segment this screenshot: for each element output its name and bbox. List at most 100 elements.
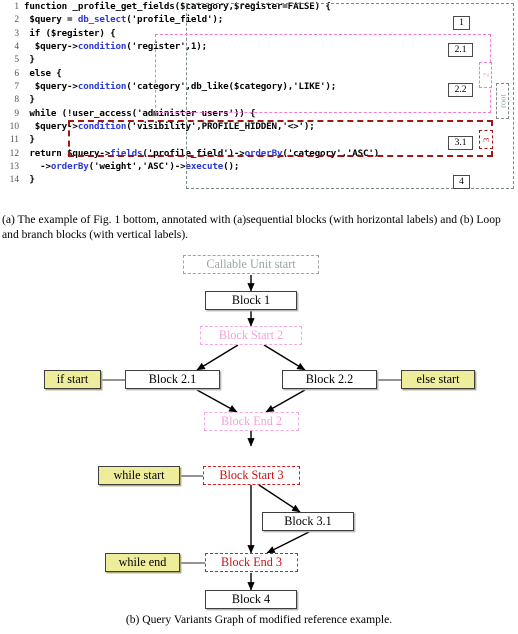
code-token: db_select bbox=[77, 14, 127, 26]
caption-b: (b) Query Variants Graph of modified ref… bbox=[125, 613, 393, 626]
code-line: 7 $query->condition('category',db_like($… bbox=[0, 80, 379, 93]
code-line-number: 3 bbox=[14, 28, 19, 39]
code-line-text: ->orderBy('weight','ASC')->execute(); bbox=[19, 160, 239, 173]
code-token: ('category',db_like($category),'LIKE'); bbox=[126, 81, 337, 93]
code-line-text: } bbox=[19, 93, 35, 106]
node-block-1[interactable]: Block 1 bbox=[205, 291, 297, 310]
code-token: else { bbox=[24, 67, 62, 79]
code-token: } bbox=[24, 174, 35, 186]
code-token: ('register',1); bbox=[126, 41, 207, 53]
code-line: 8 } bbox=[0, 93, 379, 106]
code-token: $query-> bbox=[24, 81, 78, 93]
code-token: orderBy bbox=[50, 161, 89, 173]
node-else-start[interactable]: else start bbox=[401, 370, 475, 389]
code-token: ('category','ASC') bbox=[282, 147, 380, 159]
code-token: } bbox=[24, 134, 35, 146]
code-token: return $query-> bbox=[24, 147, 111, 159]
code-token: if ($register) { bbox=[24, 27, 116, 39]
code-line: 13 ->orderBy('weight','ASC')->execute(); bbox=[0, 160, 379, 173]
node-block-2-2[interactable]: Block 2.2 bbox=[282, 370, 377, 389]
code-line-number: 1 bbox=[14, 2, 19, 12]
code-line-text: else { bbox=[19, 67, 62, 80]
sequential-label-4: 4 bbox=[453, 175, 470, 189]
node-block-end-2[interactable]: Block End 2 bbox=[204, 412, 299, 431]
code-line-number: 11 bbox=[9, 135, 19, 146]
code-line-number: 12 bbox=[9, 148, 19, 159]
code-line: 10 $query->condition('visibility',PROFIL… bbox=[0, 120, 379, 133]
code-line: 1 function _profile_get_fields($category,… bbox=[0, 0, 379, 13]
code-line-number: 13 bbox=[9, 162, 19, 173]
code-line-number: 9 bbox=[14, 108, 19, 119]
code-line-text: return $query->fields('profile_field')->… bbox=[19, 147, 379, 160]
code-line-number: 2 bbox=[14, 15, 19, 26]
code-line-text: } bbox=[19, 133, 35, 146]
node-block-start-3[interactable]: Block Start 3 bbox=[203, 466, 300, 485]
code-token: condition bbox=[77, 121, 127, 133]
code-token: } bbox=[24, 94, 35, 106]
code-line: 12 return $query->fields('profile_field'… bbox=[0, 147, 380, 160]
code-line-number: 6 bbox=[14, 68, 19, 79]
code-token: -> bbox=[24, 161, 51, 173]
node-block-3-1[interactable]: Block 3.1 bbox=[262, 512, 354, 531]
code-token: $query-> bbox=[24, 121, 78, 133]
code-token: $query = bbox=[24, 14, 78, 26]
code-token: ('profile_field')-> bbox=[142, 147, 245, 159]
code-token: ('profile_field'); bbox=[126, 14, 224, 26]
node-while-end[interactable]: while end bbox=[105, 553, 180, 572]
code-line-number: 8 bbox=[14, 95, 19, 106]
code-token: function _profile_get_fields($category,$… bbox=[24, 1, 331, 12]
code-line: 14 } bbox=[0, 173, 379, 186]
code-token: execute bbox=[185, 161, 224, 173]
code-line: 11 } bbox=[0, 133, 379, 146]
code-token: (); bbox=[223, 161, 240, 173]
code-token: ('weight','ASC')-> bbox=[88, 161, 186, 173]
code-line: 9 while (!user_access('administer users'… bbox=[0, 107, 379, 120]
code-line: 2 $query = db_select('profile_field'); bbox=[0, 13, 379, 26]
figure-page: 1 function _profile_get_fields($category,… bbox=[0, 0, 518, 634]
sequential-label-2-2: 2.2 bbox=[448, 82, 473, 97]
code-token: orderBy bbox=[244, 147, 283, 159]
node-while-start[interactable]: while start bbox=[98, 466, 180, 485]
root-vertical-label: root bbox=[496, 83, 509, 119]
caption-a: (a) The example of Fig. 1 bottom, annota… bbox=[2, 213, 501, 242]
code-line: 4 $query->condition('register',1); bbox=[0, 40, 379, 53]
node-if-start[interactable]: if start bbox=[44, 370, 101, 389]
branch-vertical-label-2: 2 bbox=[479, 62, 492, 88]
code-line-text: function _profile_get_fields($category,$… bbox=[19, 0, 331, 13]
code-line-text: } bbox=[19, 173, 35, 186]
code-token: while (!user_access('administer users'))… bbox=[24, 107, 256, 119]
code-lines: 1 function _profile_get_fields($category,… bbox=[0, 0, 380, 187]
code-line-number: 5 bbox=[14, 55, 19, 66]
loop-vertical-label-3: 3 bbox=[479, 130, 493, 149]
node-callable-unit-start[interactable]: Callable Unit start bbox=[183, 255, 319, 274]
code-line-number: 14 bbox=[9, 175, 19, 186]
sequential-label-3-1: 3.1 bbox=[448, 135, 473, 150]
code-token: condition bbox=[77, 41, 127, 53]
code-line: 6 else { bbox=[0, 67, 379, 80]
query-variants-graph: Callable Unit start Block 1 Block Start … bbox=[0, 250, 518, 609]
code-line-number: 4 bbox=[14, 42, 19, 53]
node-block-start-2[interactable]: Block Start 2 bbox=[200, 326, 302, 345]
code-line-text: $query = db_select('profile_field'); bbox=[19, 13, 223, 26]
code-listing-panel: 1 function _profile_get_fields($category,… bbox=[0, 0, 518, 196]
code-token: fields bbox=[110, 147, 143, 159]
code-token: $query-> bbox=[24, 41, 78, 53]
node-block-end-3[interactable]: Block End 3 bbox=[205, 553, 298, 572]
code-line-text: } bbox=[19, 53, 35, 66]
code-line: 3 if ($register) { bbox=[0, 27, 379, 40]
code-line-number: 7 bbox=[14, 82, 19, 93]
code-token: ('visibility',PROFILE_HIDDEN,'<>'); bbox=[126, 121, 315, 133]
node-block-4[interactable]: Block 4 bbox=[205, 590, 297, 609]
code-line-text: while (!user_access('administer users'))… bbox=[19, 107, 255, 120]
sequential-label-2-1: 2.1 bbox=[448, 42, 473, 57]
sequential-label-1: 1 bbox=[453, 16, 470, 30]
code-token: condition bbox=[77, 81, 127, 93]
code-token: } bbox=[24, 54, 35, 66]
code-line-text: if ($register) { bbox=[19, 27, 115, 40]
code-line: 5 } bbox=[0, 53, 379, 66]
code-line-number: 10 bbox=[9, 122, 19, 133]
node-block-2-1[interactable]: Block 2.1 bbox=[125, 370, 220, 389]
code-line-text: $query->condition('category',db_like($ca… bbox=[19, 80, 337, 93]
code-line-text: $query->condition('register',1); bbox=[19, 40, 207, 53]
code-line-text: $query->condition('visibility',PROFILE_H… bbox=[19, 120, 315, 133]
